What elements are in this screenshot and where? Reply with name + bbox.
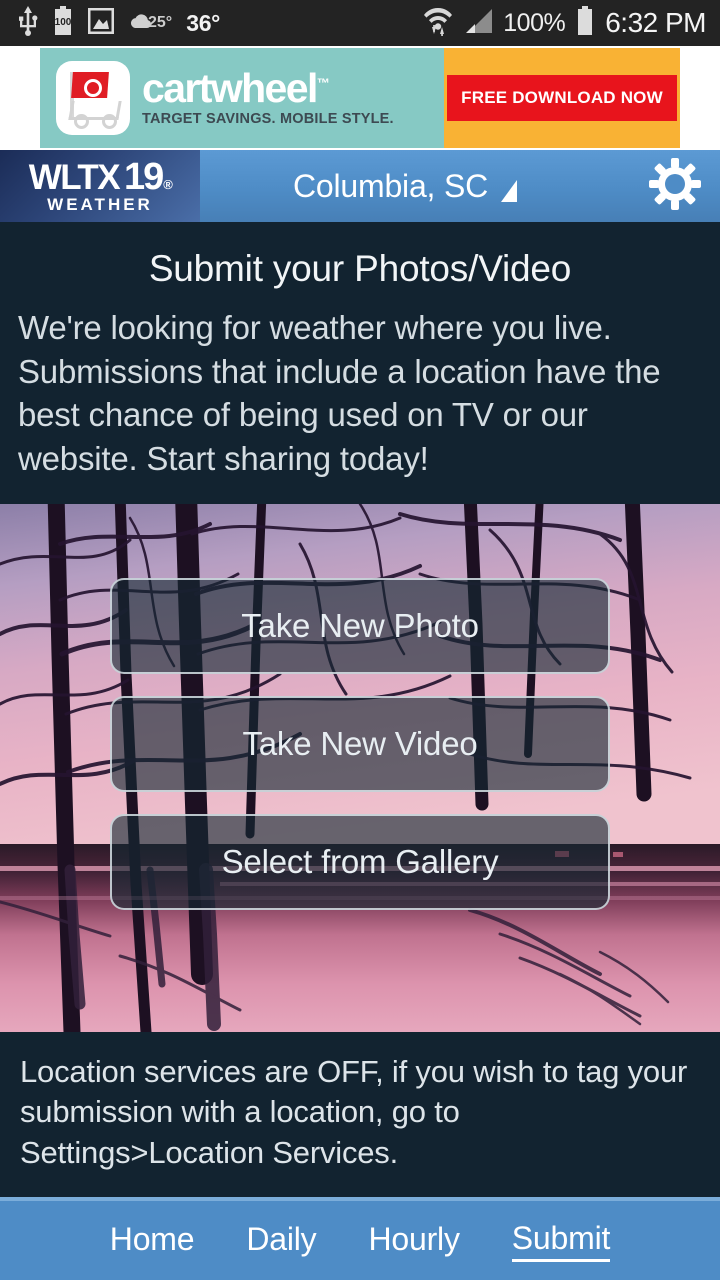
nav-item-hourly[interactable]: Hourly [369, 1221, 460, 1260]
usb-icon [18, 5, 38, 41]
location-services-notice: Location services are OFF, if you wish t… [0, 1032, 720, 1197]
logo-call-letters: WLTX [28, 157, 121, 197]
advertisement-banner[interactable]: cartwheel™ TARGET SAVINGS. MOBILE STYLE.… [0, 46, 720, 150]
current-temperature-text: 36° [186, 9, 221, 36]
location-label: Columbia, SC [292, 167, 488, 204]
bottom-navigation-bar: Home Daily Hourly Submit [0, 1197, 720, 1280]
low-temperature-text: 25° [148, 13, 173, 31]
select-from-gallery-button[interactable]: Select from Gallery [110, 814, 610, 910]
nav-item-submit[interactable]: Submit [511, 1220, 610, 1262]
free-download-button[interactable]: FREE DOWNLOAD NOW [447, 75, 677, 121]
photo-action-buttons: Take New Photo Take New Video Select fro… [0, 504, 720, 1032]
status-bar-left-icons: 100 25° 36° [0, 5, 423, 41]
page-title: Submit your Photos/Video [148, 248, 572, 289]
logo-channel-number: 19 [123, 155, 164, 198]
location-services-notice-text: Location services are OFF, if you wish t… [20, 1054, 688, 1170]
ad-brand-name: cartwheel™ [142, 64, 330, 111]
cellular-signal-icon [463, 7, 493, 40]
nav-item-daily[interactable]: Daily [246, 1221, 316, 1260]
battery-icon [575, 5, 595, 41]
system-status-bar: 100 25° 36° 100% 6:32 PM [0, 0, 720, 46]
ad-content: cartwheel™ TARGET SAVINGS. MOBILE STYLE.… [40, 48, 680, 148]
background-photo: Take New Photo Take New Video Select fro… [0, 504, 720, 1032]
cartwheel-app-icon [56, 61, 130, 135]
settings-button[interactable] [630, 157, 720, 215]
take-new-video-button[interactable]: Take New Video [110, 696, 610, 792]
wifi-data-transfer-icon [423, 5, 453, 42]
submission-intro-panel: Submit your Photos/Video We're looking f… [0, 222, 720, 504]
battery-saver-100-icon: 100 [52, 5, 74, 41]
logo-subtitle: WEATHER [47, 194, 153, 214]
ad-cta-area[interactable]: FREE DOWNLOAD NOW [444, 48, 680, 148]
gear-icon [649, 157, 701, 215]
take-new-photo-button[interactable]: Take New Photo [110, 578, 610, 674]
ad-brand-area: cartwheel™ TARGET SAVINGS. MOBILE STYLE. [40, 48, 444, 148]
location-selector[interactable]: Columbia, SC [180, 168, 630, 205]
ad-text-block: cartwheel™ TARGET SAVINGS. MOBILE STYLE. [142, 64, 394, 128]
ad-tagline: TARGET SAVINGS. MOBILE STYLE. [142, 111, 394, 128]
wltx-weather-logo[interactable]: WLTX 19 ® WEATHER [0, 150, 200, 222]
svg-text:100: 100 [55, 17, 72, 28]
weather-low-temp-group: 25° [128, 11, 172, 36]
image-icon [87, 7, 115, 39]
dropdown-caret-icon [501, 180, 517, 202]
logo-registered-mark: ® [163, 176, 173, 192]
app-screen: 100 25° 36° 100% 6:32 PM cartwheel™ TARG… [0, 0, 720, 1280]
app-header-bar: WLTX 19 ® WEATHER Columbia, SC [0, 150, 720, 222]
logo-primary-line: WLTX 19 ® [28, 155, 173, 198]
battery-percent-text: 100% [503, 8, 566, 37]
intro-description: We're looking for weather where you live… [18, 309, 661, 477]
nav-item-home[interactable]: Home [110, 1221, 195, 1260]
status-bar-right-icons: 100% 6:32 PM [423, 5, 720, 42]
clock-text: 6:32 PM [605, 7, 706, 38]
